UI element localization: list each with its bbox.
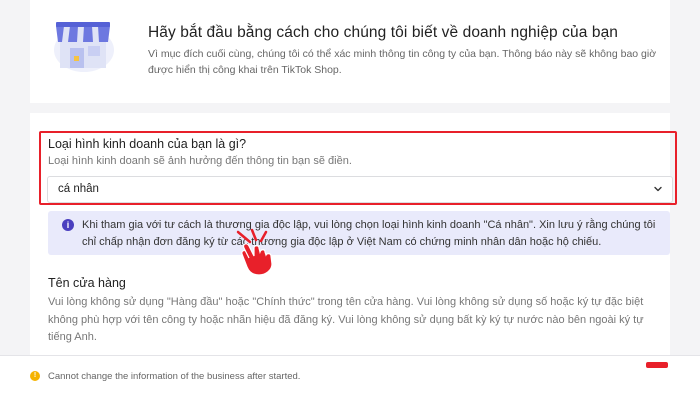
info-notice: i Khi tham gia với tư cách là thương gia… [48,211,670,255]
business-type-selected-value: cá nhân [58,183,99,195]
page-description: Vì mục đích cuối cùng, chúng tôi có thể … [148,48,657,76]
shop-illustration [54,22,114,72]
info-notice-text: Khi tham gia với tư cách là thương gia đ… [82,219,656,248]
business-type-label: Loại hình kinh doanh của bạn là gì? [48,137,247,151]
page-title: Hãy bắt đầu bằng cách cho chúng tôi biết… [148,24,619,41]
store-name-label: Tên cửa hàng [48,276,126,290]
watermark-logo: mytour.vn [598,368,682,387]
info-icon: i [62,219,74,231]
store-name-hint: Vui lòng không sử dụng "Hàng đầu" hoặc "… [48,296,644,343]
hand-pointer-icon [236,228,273,276]
business-type-hint: Loại hình kinh doanh sẽ ảnh hưởng đến th… [48,155,352,167]
warning-icon: ! [30,371,40,381]
footer-warning-text: Cannot change the information of the bus… [48,371,301,382]
business-type-select[interactable]: cá nhân [47,176,673,203]
chevron-down-icon [654,186,662,192]
